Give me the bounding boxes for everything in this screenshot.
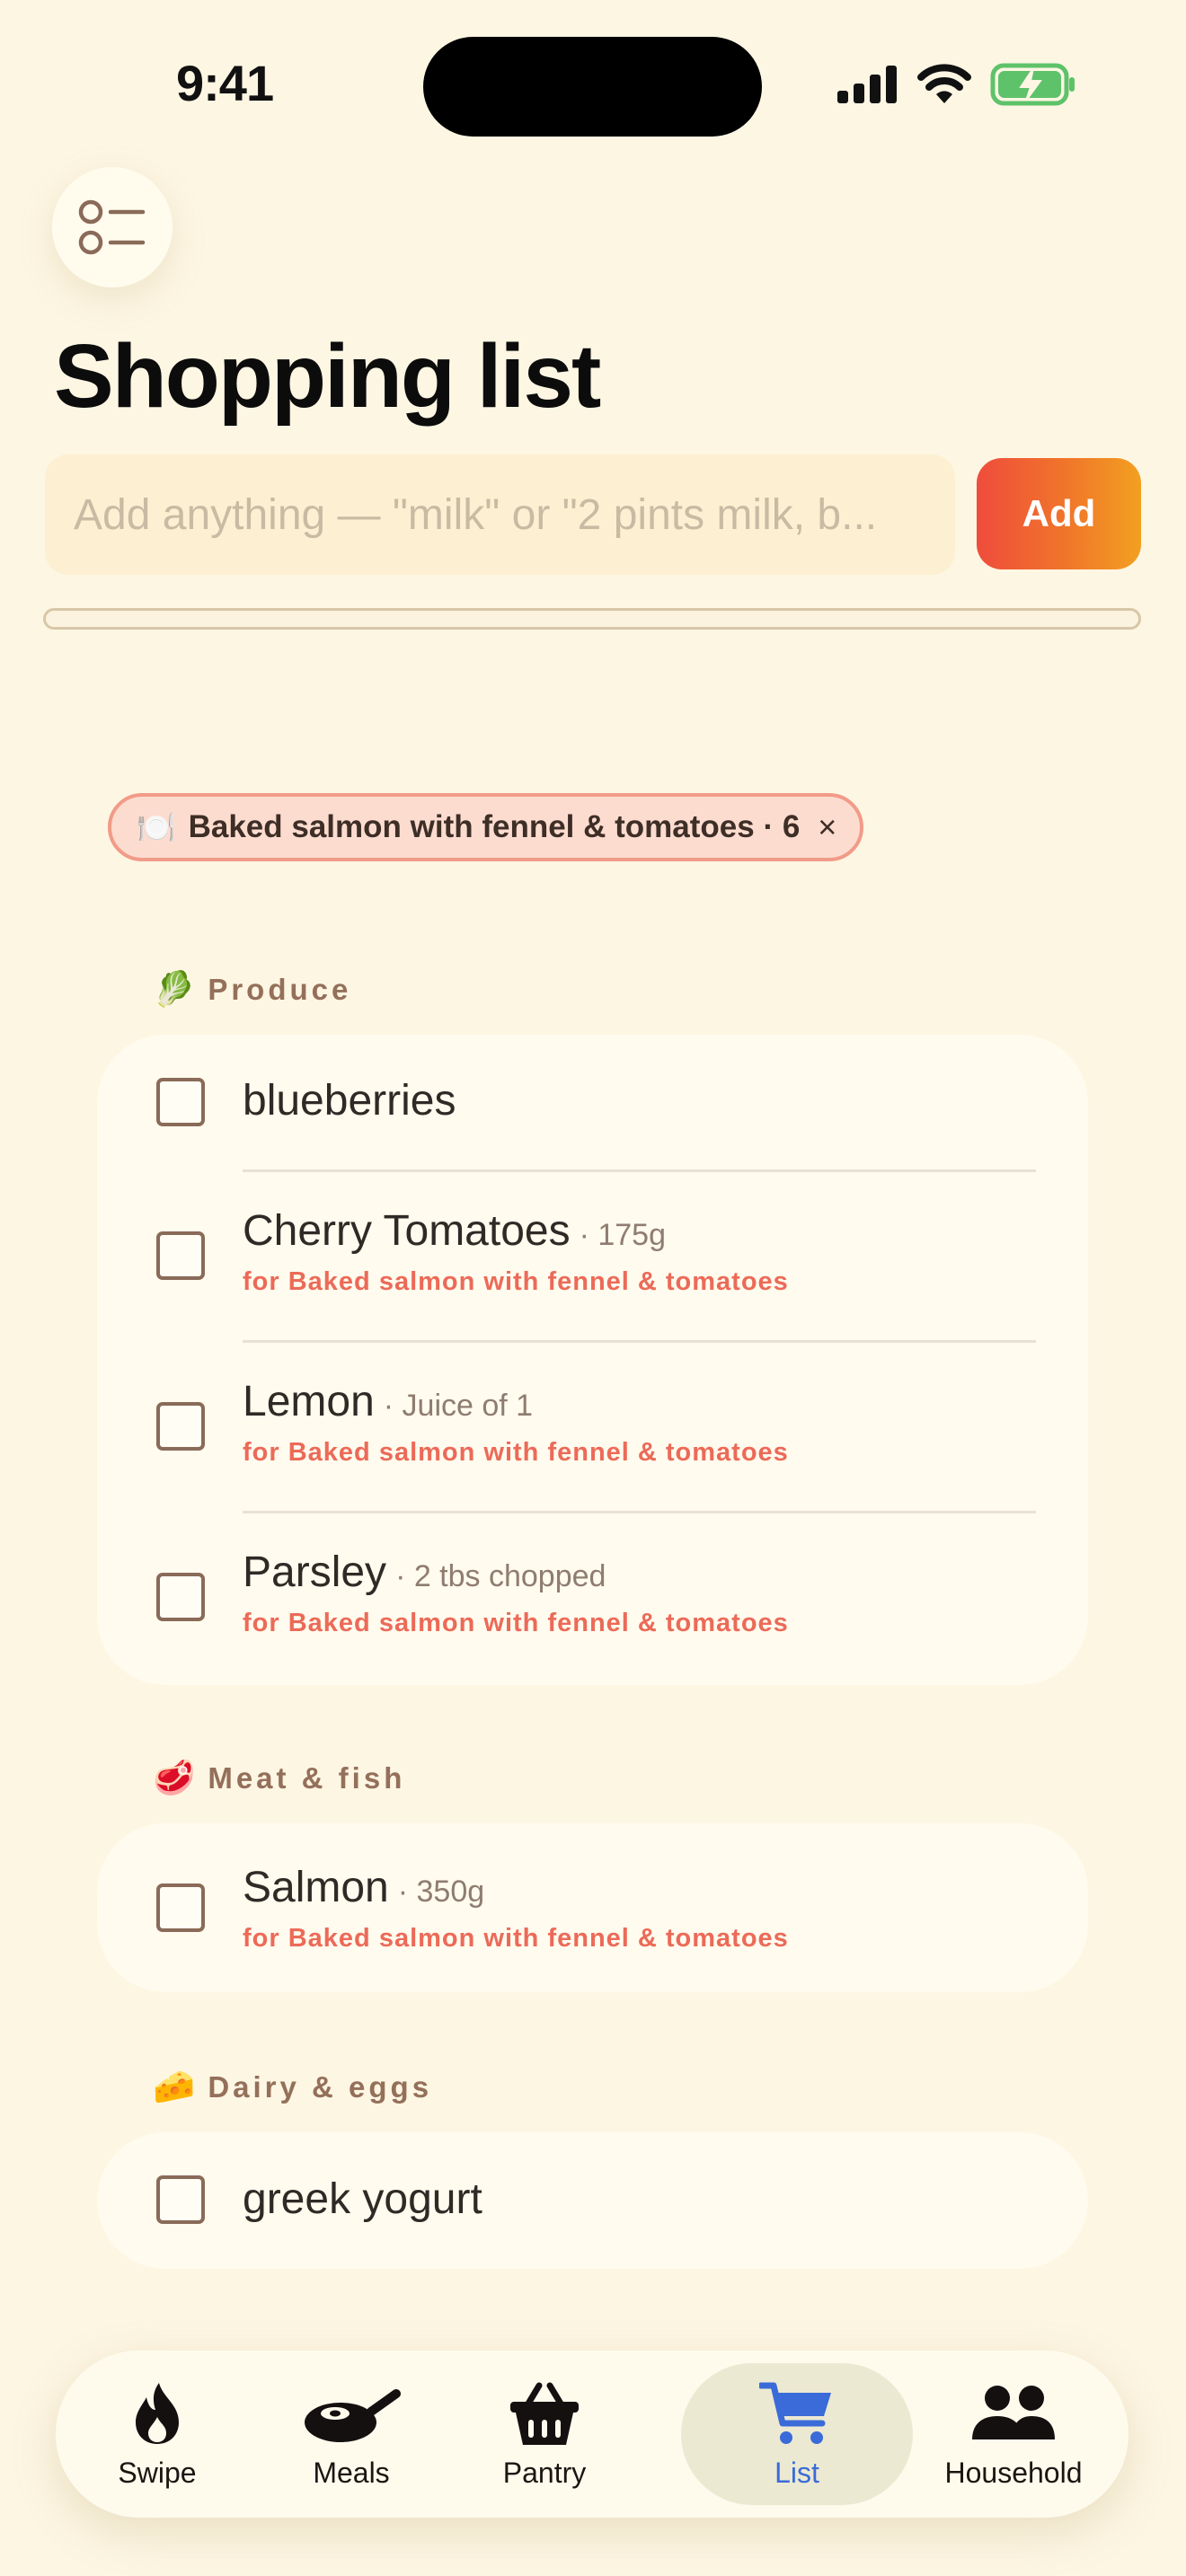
tab-swipe[interactable]: Swipe <box>56 2351 259 2518</box>
item-name: greek yogurt <box>243 2175 482 2223</box>
meal-filter-chip[interactable]: 🍽️ Baked salmon with fennel & tomatoes ·… <box>108 793 864 861</box>
item-checkbox[interactable] <box>156 1078 205 1126</box>
add-button[interactable]: Add <box>977 458 1141 569</box>
cheese-icon: 🧀 <box>153 2069 196 2106</box>
list-progress-bar <box>43 608 1141 630</box>
item-checkbox[interactable] <box>156 1883 205 1932</box>
item-name: Cherry Tomatoes <box>243 1207 571 1255</box>
list-item: Parsley · 2 tbs chopped for Baked salmon … <box>97 1513 1088 1685</box>
item-quantity: · 175g <box>579 1218 666 1252</box>
tab-pantry[interactable]: Pantry <box>443 2351 646 2518</box>
item-name: Lemon <box>243 1378 375 1425</box>
category-label: Produce <box>208 973 352 1006</box>
close-icon[interactable]: × <box>818 808 836 846</box>
item-name: Parsley <box>243 1548 387 1596</box>
tab-label: Pantry <box>502 2457 587 2489</box>
basket-icon <box>443 2378 646 2449</box>
item-name-row: Cherry Tomatoes · 175g <box>243 1206 666 1256</box>
item-recipe-source: for Baked salmon with fennel & tomatoes <box>243 1924 789 1953</box>
list-item: Lemon · Juice of 1 for Baked salmon with … <box>97 1343 1088 1511</box>
item-checkbox[interactable] <box>156 2175 205 2224</box>
tab-label: Swipe <box>118 2457 197 2489</box>
item-checkbox[interactable] <box>156 1573 205 1621</box>
wifi-icon <box>917 64 971 103</box>
category-card-meat-fish: Salmon · 350g for Baked salmon with fenne… <box>97 1823 1088 1992</box>
meat-icon: 🥩 <box>153 1760 196 1797</box>
cellular-signal-icon <box>837 66 897 103</box>
tab-label: Household <box>944 2457 1083 2489</box>
item-quantity: · Juice of 1 <box>383 1389 534 1423</box>
shopping-list-screen: 9:41 Shopping list Add anything — "milk"… <box>0 0 1186 2576</box>
leafy-green-icon: 🥬 <box>153 971 196 1009</box>
item-quantity: · 350g <box>397 1875 485 1909</box>
tab-list[interactable]: List <box>681 2351 913 2518</box>
flame-icon <box>56 2378 259 2449</box>
category-heading-produce: 🥬 Produce <box>153 970 351 1010</box>
item-name: Salmon <box>243 1864 389 1911</box>
plate-icon: 🍽️ <box>137 809 176 845</box>
dynamic-island <box>423 37 762 137</box>
category-card-produce: blueberries Cherry Tomatoes · 175g for Ba… <box>97 1035 1088 1685</box>
category-label: Dairy & eggs <box>208 2070 433 2104</box>
bottom-tab-bar: Swipe Meals Pantry List Household <box>56 2351 1128 2518</box>
category-card-dairy-eggs: greek yogurt <box>97 2132 1088 2269</box>
item-name: blueberries <box>243 1077 456 1125</box>
status-icons <box>837 61 1076 108</box>
status-time: 9:41 <box>176 55 274 111</box>
item-recipe-source: for Baked salmon with fennel & tomatoes <box>243 1609 789 1637</box>
tab-household[interactable]: Household <box>906 2351 1121 2518</box>
people-icon <box>906 2378 1121 2449</box>
list-icon <box>78 199 146 255</box>
tab-meals[interactable]: Meals <box>250 2351 453 2518</box>
item-checkbox[interactable] <box>156 1402 205 1451</box>
tab-label: Meals <box>313 2457 390 2489</box>
item-recipe-source: for Baked salmon with fennel & tomatoes <box>243 1267 789 1296</box>
item-name-row: Lemon · Juice of 1 <box>243 1377 533 1426</box>
item-quantity: · 2 tbs chopped <box>395 1559 606 1593</box>
item-name-row: Parsley · 2 tbs chopped <box>243 1548 606 1597</box>
item-name-row: Salmon · 350g <box>243 1863 484 1912</box>
battery-charging-icon <box>990 63 1075 106</box>
page-title: Shopping list <box>54 326 601 427</box>
cart-icon <box>681 2378 913 2449</box>
tab-label: List <box>774 2457 819 2489</box>
item-checkbox[interactable] <box>156 1231 205 1280</box>
category-heading-dairy-eggs: 🧀 Dairy & eggs <box>153 2068 432 2107</box>
category-heading-meat-fish: 🥩 Meat & fish <box>153 1759 405 1798</box>
meal-filter-label: Baked salmon with fennel & tomatoes · 6 <box>188 809 801 844</box>
add-item-input[interactable] <box>45 454 955 575</box>
list-item: greek yogurt <box>97 2132 1088 2269</box>
list-item: blueberries <box>97 1035 1088 1169</box>
list-item: Cherry Tomatoes · 175g for Baked salmon w… <box>97 1172 1088 1340</box>
pan-icon <box>250 2378 453 2449</box>
item-recipe-source: for Baked salmon with fennel & tomatoes <box>243 1438 789 1467</box>
menu-button[interactable] <box>52 167 173 287</box>
list-item: Salmon · 350g for Baked salmon with fenne… <box>97 1823 1088 1992</box>
category-label: Meat & fish <box>208 1761 406 1795</box>
